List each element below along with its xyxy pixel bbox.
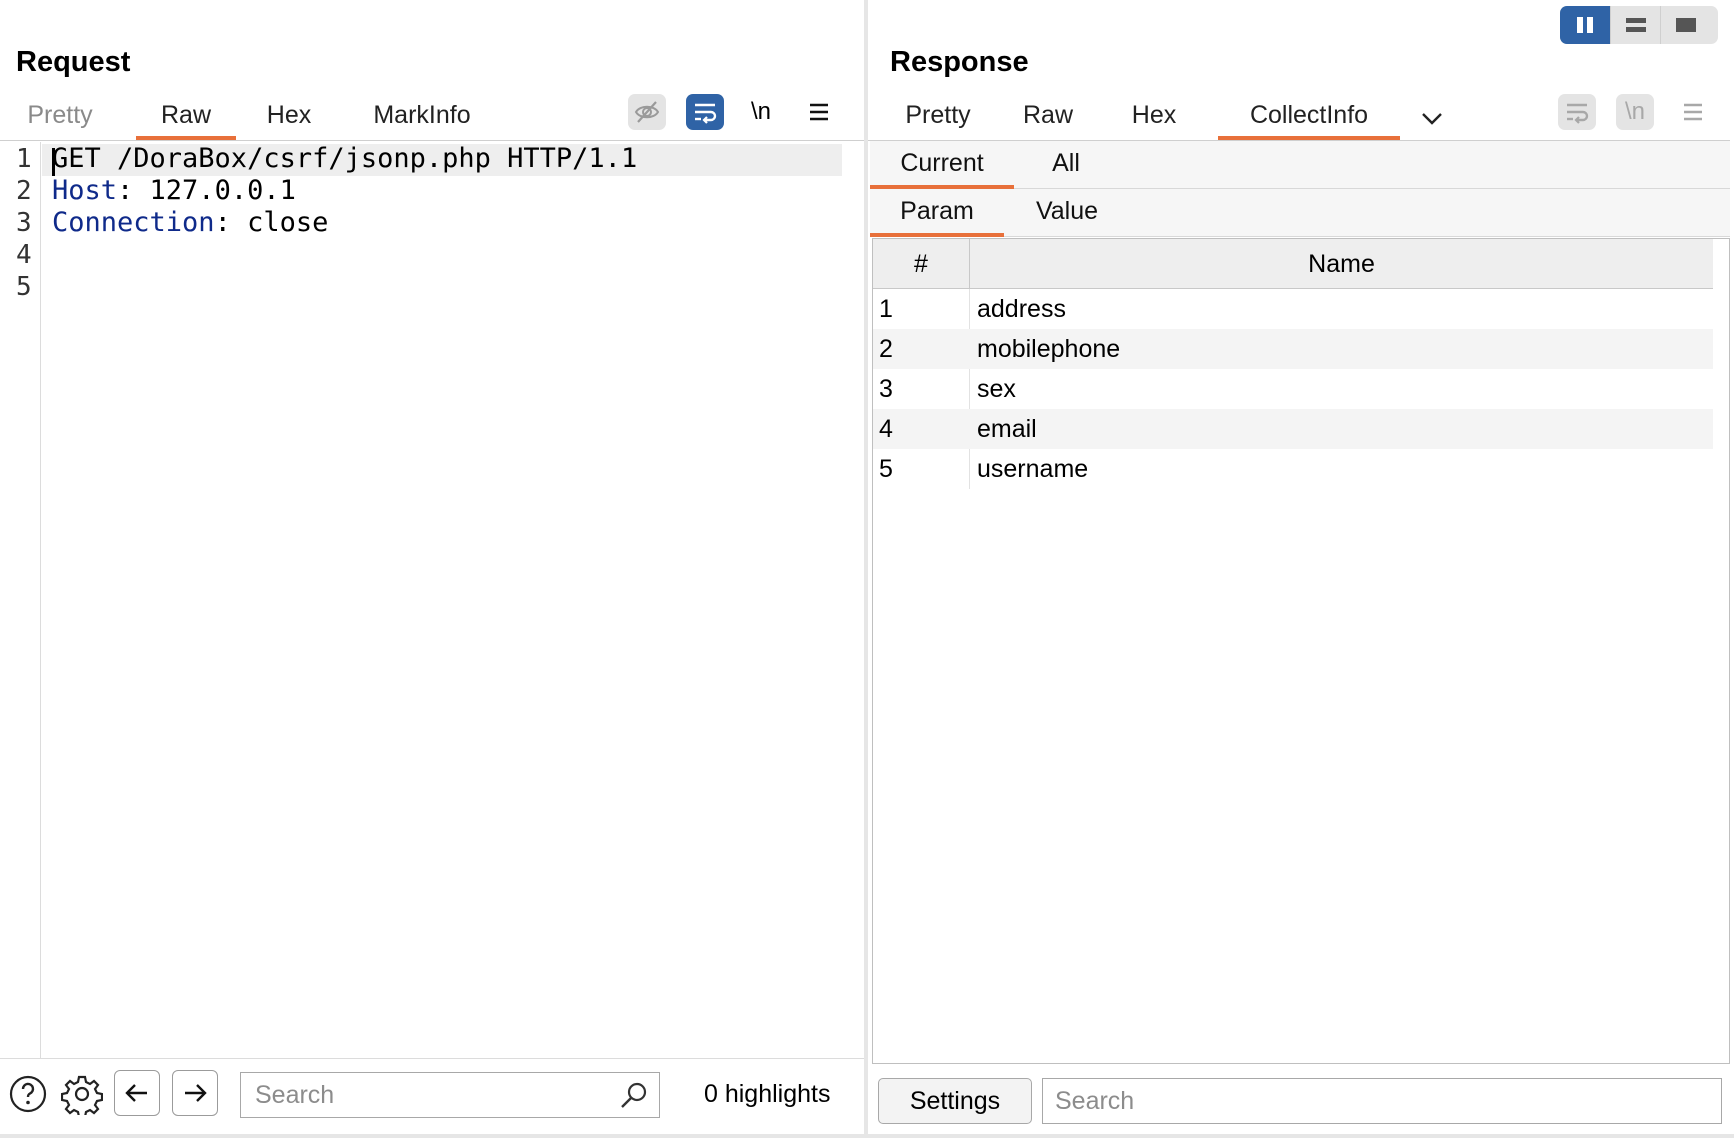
- code-line: 5: [0, 270, 860, 304]
- row-name: sex: [977, 375, 1016, 403]
- row-name: address: [977, 295, 1066, 323]
- response-tab-raw[interactable]: Raw: [1018, 96, 1078, 140]
- line-number: 1: [16, 144, 32, 174]
- line-number: 5: [16, 272, 32, 302]
- row-number: 2: [879, 335, 893, 363]
- window-bottom-border: [0, 1134, 1734, 1138]
- table-row[interactable]: 2 mobilephone: [873, 329, 1713, 369]
- response-title: Response: [890, 46, 1029, 78]
- http-message-editor: Request Pretty Raw Hex MarkInfo \n 1 GET…: [0, 0, 1734, 1138]
- line-number: 4: [16, 240, 32, 270]
- search-icon[interactable]: [618, 1080, 650, 1112]
- header-value: : 127.0.0.1: [117, 175, 296, 206]
- column-header-name[interactable]: Name: [970, 239, 1713, 289]
- request-panel: Request Pretty Raw Hex MarkInfo \n 1 GET…: [0, 0, 864, 1138]
- request-tab-raw[interactable]: Raw: [136, 96, 236, 140]
- response-tab-hex[interactable]: Hex: [1124, 96, 1184, 140]
- request-tab-markinfo[interactable]: MarkInfo: [362, 96, 482, 140]
- header-key: Connection: [52, 207, 215, 238]
- view-tabbar: Param Value: [870, 189, 1730, 237]
- text-caret: [52, 148, 55, 176]
- eye-slash-icon[interactable]: [628, 94, 666, 130]
- request-editor[interactable]: 1 GET /DoraBox/csrf/jsonp.php HTTP/1.1 2…: [0, 142, 864, 1058]
- wrap-lines-icon[interactable]: [686, 94, 724, 130]
- stacked-layout-icon[interactable]: [1610, 6, 1660, 44]
- tabbed-layout-icon[interactable]: [1660, 6, 1710, 44]
- chevron-down-icon[interactable]: [1412, 96, 1452, 140]
- column-header-number[interactable]: #: [873, 239, 969, 289]
- request-tab-hex[interactable]: Hex: [254, 96, 324, 140]
- side-by-side-layout-icon[interactable]: [1560, 6, 1610, 44]
- response-panel: Response Pretty Raw Hex CollectInfo \n C…: [868, 0, 1734, 1138]
- table-row[interactable]: 4 email: [873, 409, 1713, 449]
- request-footer-border: [0, 1058, 864, 1059]
- response-tab-collectinfo[interactable]: CollectInfo: [1218, 96, 1400, 140]
- scope-tabbar: Current All: [870, 141, 1730, 189]
- table-row[interactable]: 1 address: [873, 289, 1713, 329]
- line-number: 2: [16, 176, 32, 206]
- code-line: 2 Host: 127.0.0.1: [0, 174, 860, 208]
- view-tab-param[interactable]: Param: [870, 189, 1004, 237]
- settings-button[interactable]: Settings: [878, 1078, 1032, 1124]
- header-key: Host: [52, 175, 118, 206]
- help-icon[interactable]: [6, 1072, 50, 1116]
- forward-arrow-button[interactable]: [172, 1070, 218, 1116]
- code-line: 3 Connection: close: [0, 206, 860, 240]
- header-line: Connection: close: [52, 206, 328, 240]
- row-name: mobilephone: [977, 335, 1121, 363]
- request-search-input[interactable]: [240, 1072, 660, 1118]
- table-row[interactable]: 3 sex: [873, 369, 1713, 409]
- code-line: 4: [0, 238, 860, 272]
- request-tabbar: Pretty Raw Hex MarkInfo: [0, 96, 864, 140]
- request-title: Request: [16, 46, 131, 78]
- scope-tab-current[interactable]: Current: [870, 141, 1014, 189]
- wrap-lines-icon[interactable]: [1558, 94, 1596, 130]
- gear-icon[interactable]: [60, 1072, 104, 1116]
- newline-icon[interactable]: \n: [1616, 94, 1654, 130]
- row-name: username: [977, 455, 1089, 483]
- row-number: 1: [879, 295, 893, 323]
- view-tab-value[interactable]: Value: [1020, 189, 1114, 237]
- layout-toggle: [1560, 6, 1718, 44]
- request-tabbar-border: [0, 140, 864, 141]
- row-number: 3: [879, 375, 893, 403]
- request-line: GET /DoraBox/csrf/jsonp.php HTTP/1.1: [52, 143, 638, 174]
- line-number: 3: [16, 208, 32, 238]
- back-arrow-button[interactable]: [114, 1070, 160, 1116]
- menu-icon[interactable]: [800, 94, 838, 130]
- newline-icon[interactable]: \n: [742, 94, 780, 130]
- response-search-input[interactable]: [1042, 1078, 1722, 1124]
- header-value: : close: [214, 207, 329, 238]
- header-line: Host: 127.0.0.1: [52, 174, 296, 208]
- row-number: 5: [879, 455, 893, 483]
- table-row[interactable]: 5 username: [873, 449, 1713, 489]
- response-tab-pretty[interactable]: Pretty: [898, 96, 978, 140]
- row-name: email: [977, 415, 1037, 443]
- request-tab-pretty[interactable]: Pretty: [12, 96, 108, 140]
- table-header: # Name: [873, 239, 1713, 289]
- menu-icon[interactable]: [1674, 94, 1712, 130]
- code-line: 1 GET /DoraBox/csrf/jsonp.php HTTP/1.1: [0, 142, 860, 176]
- response-tabbar: Pretty Raw Hex CollectInfo: [868, 96, 1734, 140]
- highlights-count: 0 highlights: [704, 1080, 831, 1108]
- params-table: # Name 1 address 2 mobilephone 3 sex 4 e…: [872, 238, 1730, 1064]
- scope-tab-all[interactable]: All: [1034, 141, 1098, 189]
- row-number: 4: [879, 415, 893, 443]
